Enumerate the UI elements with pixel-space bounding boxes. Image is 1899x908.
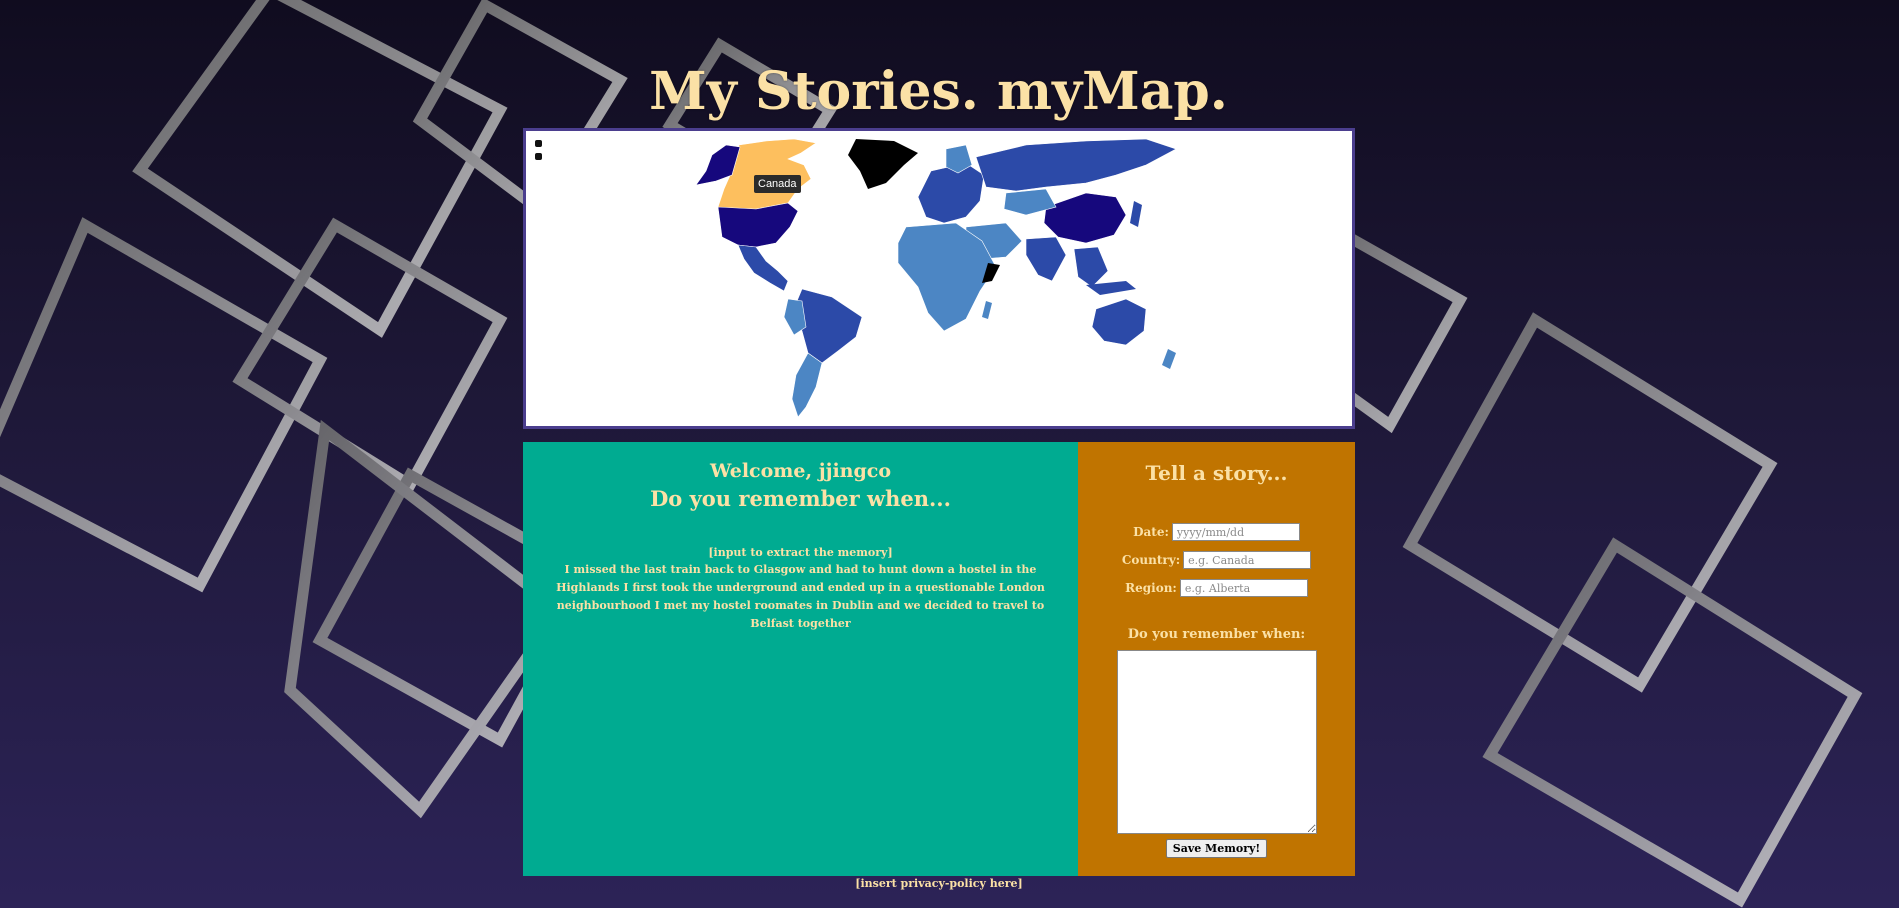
- zoom-out-button[interactable]: [535, 153, 542, 160]
- country-china[interactable]: [1043, 192, 1127, 244]
- date-input[interactable]: [1171, 523, 1300, 541]
- world-map-canvas[interactable]: [526, 131, 1352, 426]
- extract-note: [input to extract the memory]: [708, 546, 893, 559]
- country-russia[interactable]: [975, 138, 1177, 192]
- world-map[interactable]: Canada: [523, 128, 1355, 429]
- region-input[interactable]: [1179, 579, 1308, 597]
- country-new-zealand[interactable]: [1162, 349, 1176, 369]
- region-label: Region:: [1125, 581, 1177, 595]
- country-madagascar[interactable]: [982, 301, 992, 319]
- region-row: Region:: [1078, 576, 1355, 600]
- memory-panel: Welcome, jjingco Do you remember when...…: [523, 442, 1078, 876]
- country-greenland[interactable]: [848, 139, 918, 189]
- story-form: Tell a story... Date: Country: Region: D…: [1078, 442, 1355, 876]
- zoom-in-button[interactable]: [535, 140, 542, 147]
- country-argentina[interactable]: [791, 352, 823, 418]
- date-row: Date:: [1078, 520, 1355, 544]
- memory-textarea[interactable]: [1116, 650, 1317, 834]
- country-label: Country:: [1121, 553, 1181, 567]
- page-title: My Stories. myMap.: [649, 60, 1228, 122]
- country-row: Country:: [1078, 548, 1355, 572]
- privacy-policy-link[interactable]: [insert privacy-policy here]: [523, 877, 1355, 890]
- region-southeast-asia[interactable]: [1073, 246, 1109, 288]
- welcome-heading: Welcome, jjingco: [709, 460, 892, 482]
- region-europe[interactable]: [917, 162, 985, 224]
- memory-text: I missed the last train back to Glasgow …: [556, 563, 1045, 630]
- save-memory-button[interactable]: Save Memory!: [1165, 839, 1268, 858]
- map-tooltip: Canada: [754, 175, 801, 193]
- date-label: Date:: [1133, 525, 1169, 539]
- country-usa[interactable]: [717, 202, 799, 248]
- country-japan[interactable]: [1130, 201, 1142, 227]
- memory-question: Do you remember when...: [650, 486, 951, 511]
- country-input[interactable]: [1183, 551, 1312, 569]
- content-panels: Welcome, jjingco Do you remember when...…: [523, 442, 1355, 876]
- remember-label: Do you remember when:: [1127, 627, 1306, 642]
- story-form-title: Tell a story...: [1145, 461, 1288, 485]
- country-mexico[interactable]: [737, 244, 789, 292]
- country-india[interactable]: [1025, 236, 1067, 282]
- country-australia[interactable]: [1091, 298, 1147, 346]
